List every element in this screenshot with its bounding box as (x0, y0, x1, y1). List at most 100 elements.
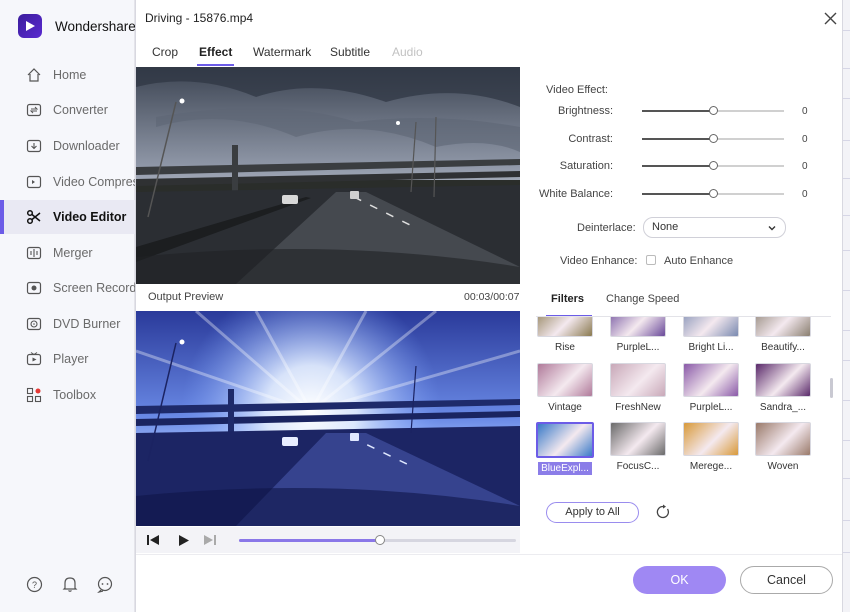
auto-enhance-label: Auto Enhance (664, 255, 734, 267)
sidebar: Wondershare U Home Converter Downloader Vid… (0, 0, 149, 612)
sidebar-item-screen-recorde[interactable]: Screen Recorde (0, 274, 135, 302)
original-video-frame (136, 67, 520, 284)
filter-thumbnail (537, 317, 593, 337)
video-editor-dialog: Driving - 15876.mp4 Crop Effect Watermar… (135, 0, 843, 612)
app-header: Wondershare U (18, 13, 149, 39)
filter-thumbnail (537, 363, 593, 397)
filter-item[interactable]: PurpleL... (608, 317, 668, 355)
sidebar-item-player[interactable]: Player (0, 345, 135, 373)
saturation-label: Saturation: (559, 160, 613, 172)
sidebar-item-label: Downloader (53, 139, 120, 153)
tab-effect[interactable]: Effect (196, 45, 235, 66)
filter-scrollbar[interactable] (830, 378, 833, 398)
close-icon[interactable] (822, 10, 838, 26)
tab-change-speed[interactable]: Change Speed (606, 293, 679, 305)
tab-audio: Audio (392, 45, 423, 59)
sidebar-item-video-editor[interactable]: Video Editor (0, 200, 135, 234)
sidebar-item-toolbox[interactable]: Toolbox (0, 381, 135, 409)
sidebar-item-label: DVD Burner (53, 317, 121, 331)
previous-frame-icon[interactable] (146, 533, 160, 547)
saturation-slider-fill (642, 165, 713, 167)
saturation-slider-handle[interactable] (709, 161, 718, 170)
converter-icon (25, 101, 43, 119)
reset-icon[interactable] (655, 504, 671, 520)
sidebar-item-converter[interactable]: Converter (0, 96, 135, 124)
filter-thumbnail (755, 317, 811, 337)
home-icon (25, 66, 43, 84)
filter-name: Merege... (689, 461, 733, 472)
white-balance-slider[interactable] (642, 189, 784, 198)
contrast-slider-handle[interactable] (709, 134, 718, 143)
tab-subtitle[interactable]: Subtitle (330, 45, 370, 65)
apply-to-all-button[interactable]: Apply to All (546, 502, 639, 523)
filter-grid: Rise PurpleL... Bright Li... Beautify... Vin… (536, 317, 828, 487)
filter-item[interactable]: FreshNew (608, 363, 668, 415)
video-enhance-label: Video Enhance: (560, 255, 638, 267)
auto-enhance-checkbox[interactable] (646, 255, 656, 265)
deinterlace-value: None (652, 221, 679, 233)
sidebar-item-label: Home (53, 68, 87, 82)
contrast-slider[interactable] (642, 134, 784, 143)
sidebar-item-label: Merger (53, 246, 93, 260)
filter-thumbnail (755, 422, 811, 456)
help-icon[interactable]: ? (25, 575, 43, 593)
filter-item[interactable]: Beautify... (753, 317, 813, 355)
bell-icon[interactable] (61, 575, 79, 593)
cancel-button[interactable]: Cancel (740, 566, 833, 594)
filter-item[interactable]: Rise (536, 317, 595, 355)
merger-icon (25, 244, 43, 262)
filter-name: Woven (767, 461, 799, 472)
brightness-slider-handle[interactable] (709, 106, 718, 115)
saturation-value: 0 (802, 161, 808, 172)
filter-name: Beautify... (761, 342, 805, 353)
filter-name: BlueExpl... (538, 462, 592, 475)
white-balance-label: White Balance: (539, 188, 613, 200)
filter-item[interactable]: Vintage (536, 363, 595, 415)
sidebar-item-label: Screen Recorde (53, 281, 135, 295)
dvd-icon (25, 315, 43, 333)
filter-name: PurpleL... (616, 342, 660, 353)
divider (136, 554, 842, 555)
sidebar-item-label: Player (53, 352, 89, 366)
sidebar-item-label: Toolbox (53, 388, 97, 402)
sidebar-item-dvd-burner[interactable]: DVD Burner (0, 310, 135, 338)
filter-thumbnail (755, 363, 811, 397)
sidebar-item-video-compres[interactable]: Video Compres (0, 168, 135, 196)
brightness-slider[interactable] (642, 106, 784, 115)
background-window-edge (843, 0, 850, 612)
contrast-value: 0 (802, 134, 808, 145)
tab-filters[interactable]: Filters (545, 293, 593, 317)
sidebar-item-home[interactable]: Home (0, 61, 135, 89)
filter-item[interactable]: Bright Li... (681, 317, 741, 355)
white-balance-value: 0 (802, 189, 808, 200)
saturation-slider[interactable] (642, 161, 784, 170)
filter-item[interactable]: Merege... (681, 422, 741, 474)
deinterlace-select[interactable]: None (643, 217, 786, 238)
white-balance-slider-handle[interactable] (709, 189, 718, 198)
tab-crop[interactable]: Crop (152, 45, 178, 65)
filter-item[interactable]: PurpleL... (681, 363, 741, 415)
compress-icon (25, 173, 43, 191)
video-effect-heading: Video Effect: (546, 84, 608, 96)
sidebar-item-label: Video Compres (53, 175, 135, 189)
filter-item[interactable]: FocusC... (608, 422, 668, 474)
sidebar-item-merger[interactable]: Merger (0, 239, 135, 267)
play-icon[interactable] (176, 533, 190, 547)
output-preview-frame (136, 311, 520, 526)
filter-thumbnail (683, 422, 739, 456)
brightness-slider-row: Brightness: 0 (516, 103, 816, 119)
filter-name: Sandra_... (759, 402, 807, 413)
filter-name: Vintage (548, 402, 582, 413)
filter-item[interactable]: BlueExpl... (536, 422, 595, 476)
feedback-icon[interactable] (96, 575, 114, 593)
white-balance-slider-fill (642, 193, 713, 195)
filter-item[interactable]: Woven (753, 422, 813, 474)
chevron-down-icon (767, 221, 777, 231)
next-frame-icon[interactable] (203, 533, 217, 547)
contrast-slider-row: Contrast: 0 (516, 131, 816, 147)
tab-watermark[interactable]: Watermark (253, 45, 311, 65)
playback-progress-bar[interactable] (239, 535, 516, 545)
sidebar-item-downloader[interactable]: Downloader (0, 132, 135, 160)
ok-button[interactable]: OK (633, 566, 726, 594)
filter-item[interactable]: Sandra_... (753, 363, 813, 415)
